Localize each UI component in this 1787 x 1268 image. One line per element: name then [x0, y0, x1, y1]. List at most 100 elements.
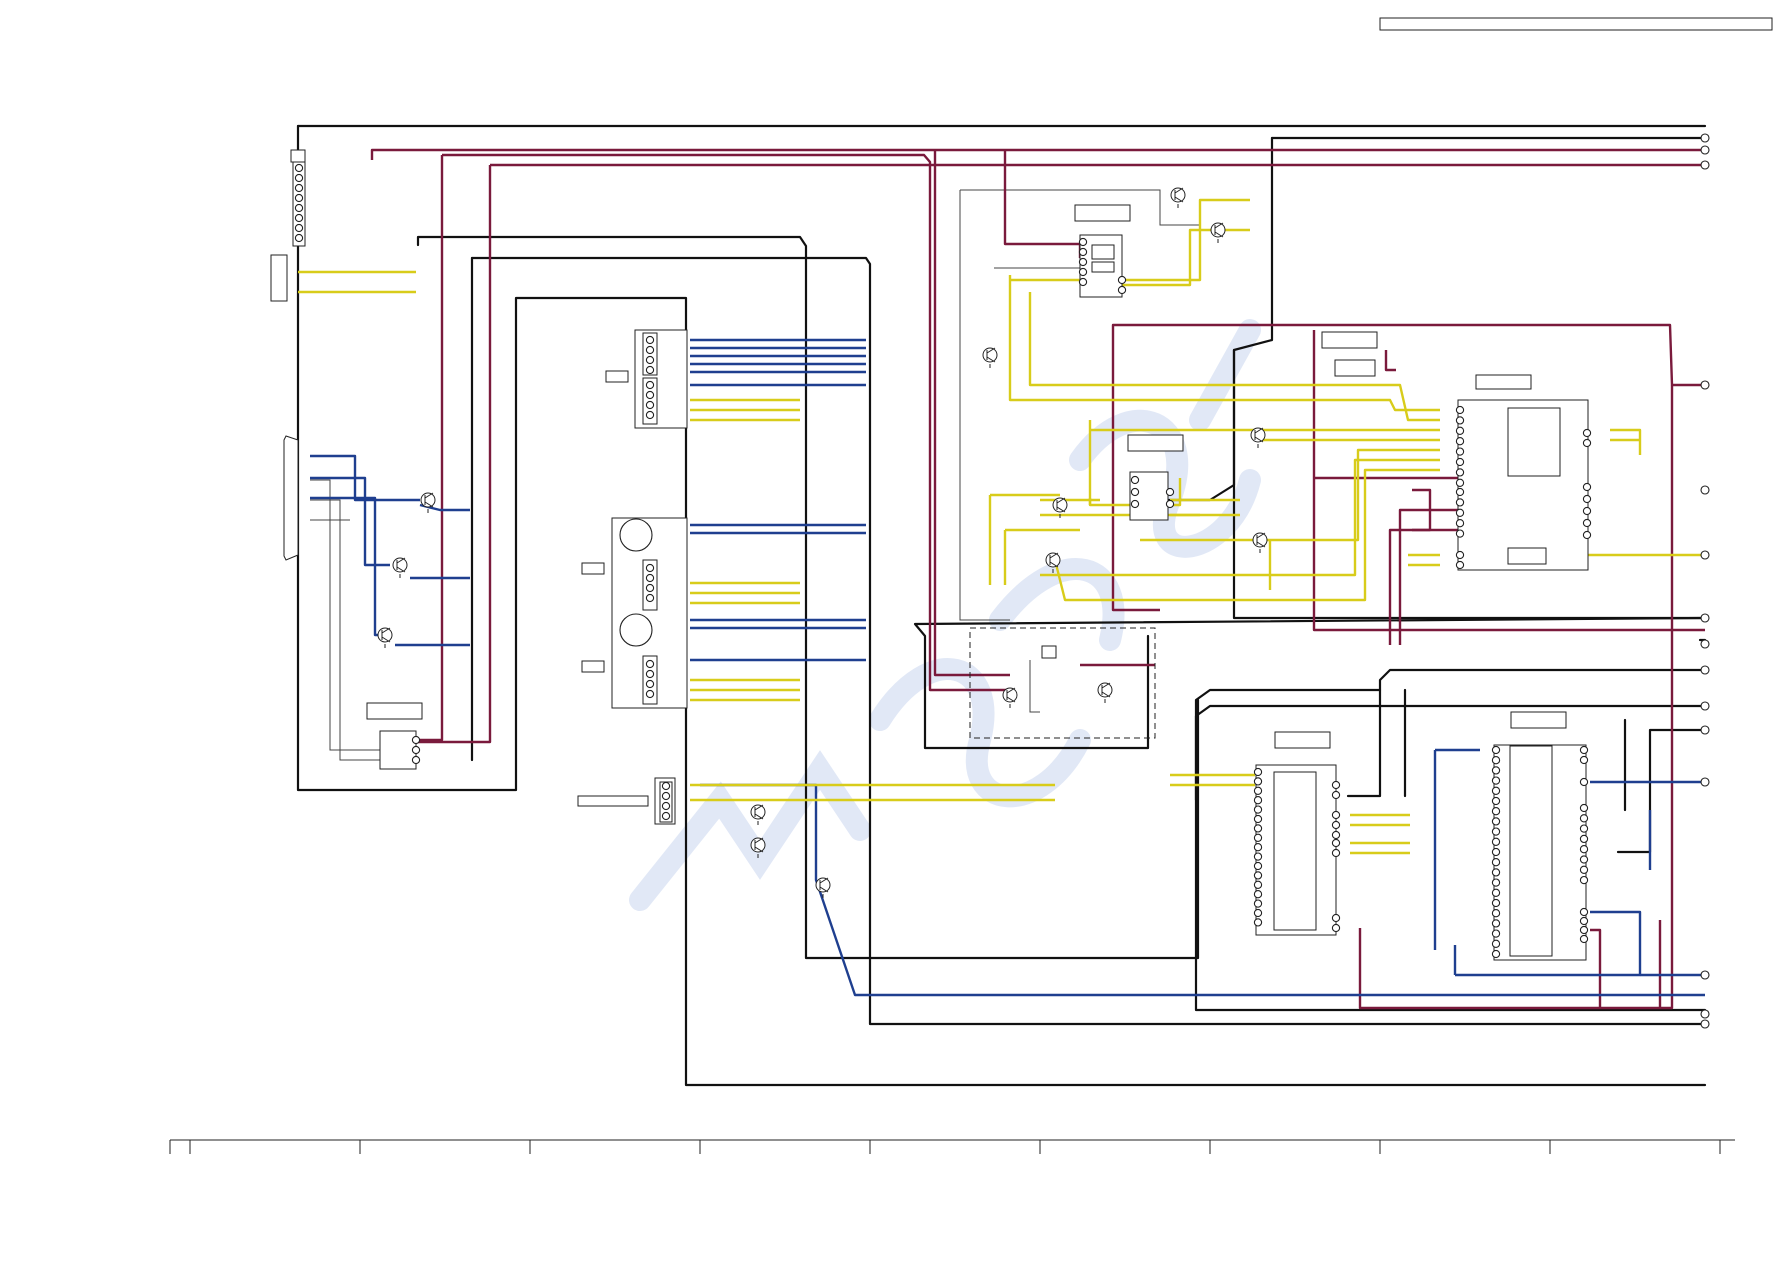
transistor: [1252, 532, 1268, 553]
connector-pin: [661, 801, 671, 811]
transistor: [1097, 682, 1113, 703]
ic-pin: [411, 745, 421, 755]
jack-pin: [645, 410, 655, 420]
ic-pin: [1579, 925, 1589, 935]
ic-pin: [1331, 820, 1341, 830]
ic-pin: [1579, 814, 1589, 823]
jack-pin: [645, 593, 655, 603]
ic-pin: [1331, 848, 1341, 858]
ic-pin: [1331, 790, 1341, 800]
dashed-subcircuit: [969, 627, 1156, 739]
ic-pin: [1582, 530, 1592, 540]
connector-pin: [661, 791, 671, 801]
ic-pin: [411, 755, 421, 765]
ic-top-center-block: [1091, 261, 1115, 273]
transistor: [420, 492, 436, 513]
ic-top-center-block: [1091, 244, 1115, 260]
ic-pin: [1579, 845, 1589, 854]
thin-wires: [310, 189, 1200, 761]
watermark-stroke: [869, 658, 1091, 808]
ic-pin: [1455, 529, 1465, 538]
ic-pin: [1582, 428, 1592, 438]
ic-pin: [1117, 275, 1127, 285]
transistor: [1210, 222, 1226, 243]
ic-pin: [1582, 438, 1592, 448]
connector-pin: [661, 781, 671, 791]
jack-pin: [645, 583, 655, 593]
ic-pin: [1579, 745, 1589, 755]
header-pin: [294, 183, 304, 193]
ic-pin: [1253, 833, 1263, 842]
jack-pin: [645, 659, 655, 669]
ic-pin: [1253, 824, 1263, 833]
ic-pin: [1491, 929, 1501, 938]
ic-pin: [1253, 786, 1263, 795]
transistor: [982, 347, 998, 368]
terminal-3: [1700, 160, 1710, 170]
ic-pin: [1455, 426, 1465, 435]
ic-pin: [1331, 923, 1341, 933]
jack-group-2-label: [581, 562, 605, 575]
ic-pin: [1491, 745, 1501, 755]
ic-pin: [1331, 913, 1341, 923]
title-box: [1379, 17, 1773, 31]
ic-pin: [1253, 890, 1263, 899]
terminal-14: [1700, 1009, 1710, 1019]
ic-pin: [1455, 478, 1465, 487]
ic-pin: [1078, 257, 1088, 267]
jack-pin: [645, 390, 655, 400]
s-video-jack-1: [619, 518, 653, 552]
ic-pin: [1165, 487, 1175, 497]
ic-pin: [1491, 837, 1501, 846]
ic-pin: [1455, 498, 1465, 507]
connector-pin: [661, 811, 671, 821]
ic-pin: [1579, 916, 1589, 926]
dual-diode: [1041, 645, 1057, 659]
jack-pin: [645, 335, 655, 345]
ic-right-top-core: [1507, 407, 1561, 477]
ic-pin: [1117, 285, 1127, 295]
jack-pin: [645, 380, 655, 390]
ic-pin: [1331, 810, 1341, 820]
ic-pin: [1253, 796, 1263, 805]
ic-pin: [1582, 518, 1592, 528]
ic-mid-amp-label: [1127, 434, 1184, 452]
ic-right-top-aux: [1507, 547, 1547, 565]
schematic-diagram: [169, 17, 1773, 1154]
d-sub-connector: [283, 435, 299, 561]
jack-pin: [645, 400, 655, 410]
jack-pin: [645, 563, 655, 573]
ic-pin: [1491, 898, 1501, 908]
terminal-11: [1700, 725, 1710, 735]
ic-pin: [1253, 918, 1263, 927]
ic-pin: [1582, 506, 1592, 516]
ic-pin: [1455, 447, 1465, 456]
jack-pin: [645, 345, 655, 355]
jack-connector-small: [270, 254, 288, 302]
ic-pin: [1253, 777, 1263, 786]
header-pin: [294, 203, 304, 213]
ic-pin: [1253, 908, 1263, 918]
ic-pin: [1455, 487, 1465, 497]
ic-pin: [1579, 934, 1589, 944]
ic-pin: [1078, 277, 1088, 287]
ic-pin: [1165, 499, 1175, 509]
ic-pin: [1253, 805, 1263, 814]
ic-pin: [1130, 475, 1140, 485]
header-connector-top: [290, 149, 306, 163]
ic-pin: [1491, 868, 1501, 877]
ic-pin: [1455, 468, 1465, 477]
right-terminals: [1700, 133, 1710, 1029]
ic-pin: [1579, 824, 1589, 833]
transistor: [1250, 427, 1266, 448]
terminal-9: [1700, 665, 1710, 675]
ic-top-center-label: [1074, 204, 1131, 222]
transistor: [1170, 187, 1186, 208]
ic-pin: [1579, 834, 1589, 844]
ic-pin: [1455, 519, 1465, 528]
ic-pin: [1491, 939, 1501, 948]
ic-right-mid-label: [1475, 374, 1532, 390]
schematic-sheet: [0, 0, 1787, 1263]
ic-pin: [411, 735, 421, 745]
watermark-stroke: [1189, 319, 1261, 431]
